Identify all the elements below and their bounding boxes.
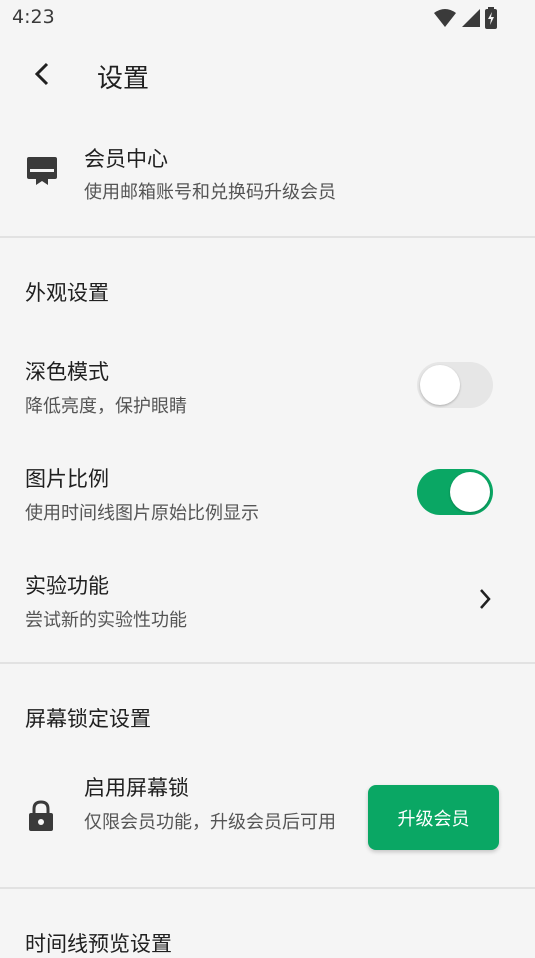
image-ratio-subtitle: 使用时间线图片原始比例显示 <box>25 503 259 524</box>
member-center-subtitle: 使用邮箱账号和兑换码升级会员 <box>84 182 336 203</box>
image-ratio-title: 图片比例 <box>25 467 109 491</box>
toggle-knob <box>420 365 460 405</box>
dark-mode-toggle[interactable] <box>417 362 493 408</box>
status-icons <box>433 7 497 29</box>
back-button[interactable] <box>22 54 62 94</box>
membership-card-icon <box>27 157 57 185</box>
upgrade-membership-button[interactable]: 升级会员 <box>368 785 499 850</box>
status-time: 4:23 <box>12 6 55 28</box>
toggle-knob <box>450 472 490 512</box>
back-arrow-icon <box>34 62 49 86</box>
page-title: 设置 <box>97 64 150 94</box>
member-center-item[interactable]: 会员中心 使用邮箱账号和兑换码升级会员 <box>0 130 535 230</box>
app-bar: 设置 <box>0 40 535 116</box>
cellular-signal-icon <box>462 9 480 27</box>
timeline-preview-section-title: 时间线预览设置 <box>25 932 172 956</box>
screen-lock-title: 启用屏幕锁 <box>84 776 189 800</box>
experimental-title: 实验功能 <box>25 574 109 598</box>
experimental-subtitle: 尝试新的实验性功能 <box>25 610 187 631</box>
screen-lock-subtitle: 仅限会员功能，升级会员后可用 <box>84 812 336 833</box>
battery-charging-icon <box>485 7 497 29</box>
divider <box>0 662 535 664</box>
screen-lock-section-title: 屏幕锁定设置 <box>25 707 151 731</box>
divider <box>0 236 535 238</box>
wifi-icon <box>434 9 456 27</box>
chevron-right-icon <box>480 589 491 609</box>
image-ratio-toggle[interactable] <box>417 469 493 515</box>
dark-mode-title: 深色模式 <box>25 360 109 384</box>
lock-icon <box>29 800 53 831</box>
dark-mode-subtitle: 降低亮度，保护眼睛 <box>25 396 187 417</box>
divider <box>0 887 535 889</box>
member-center-title: 会员中心 <box>84 147 168 171</box>
appearance-section-title: 外观设置 <box>25 281 109 305</box>
status-bar: 4:23 <box>0 0 535 36</box>
